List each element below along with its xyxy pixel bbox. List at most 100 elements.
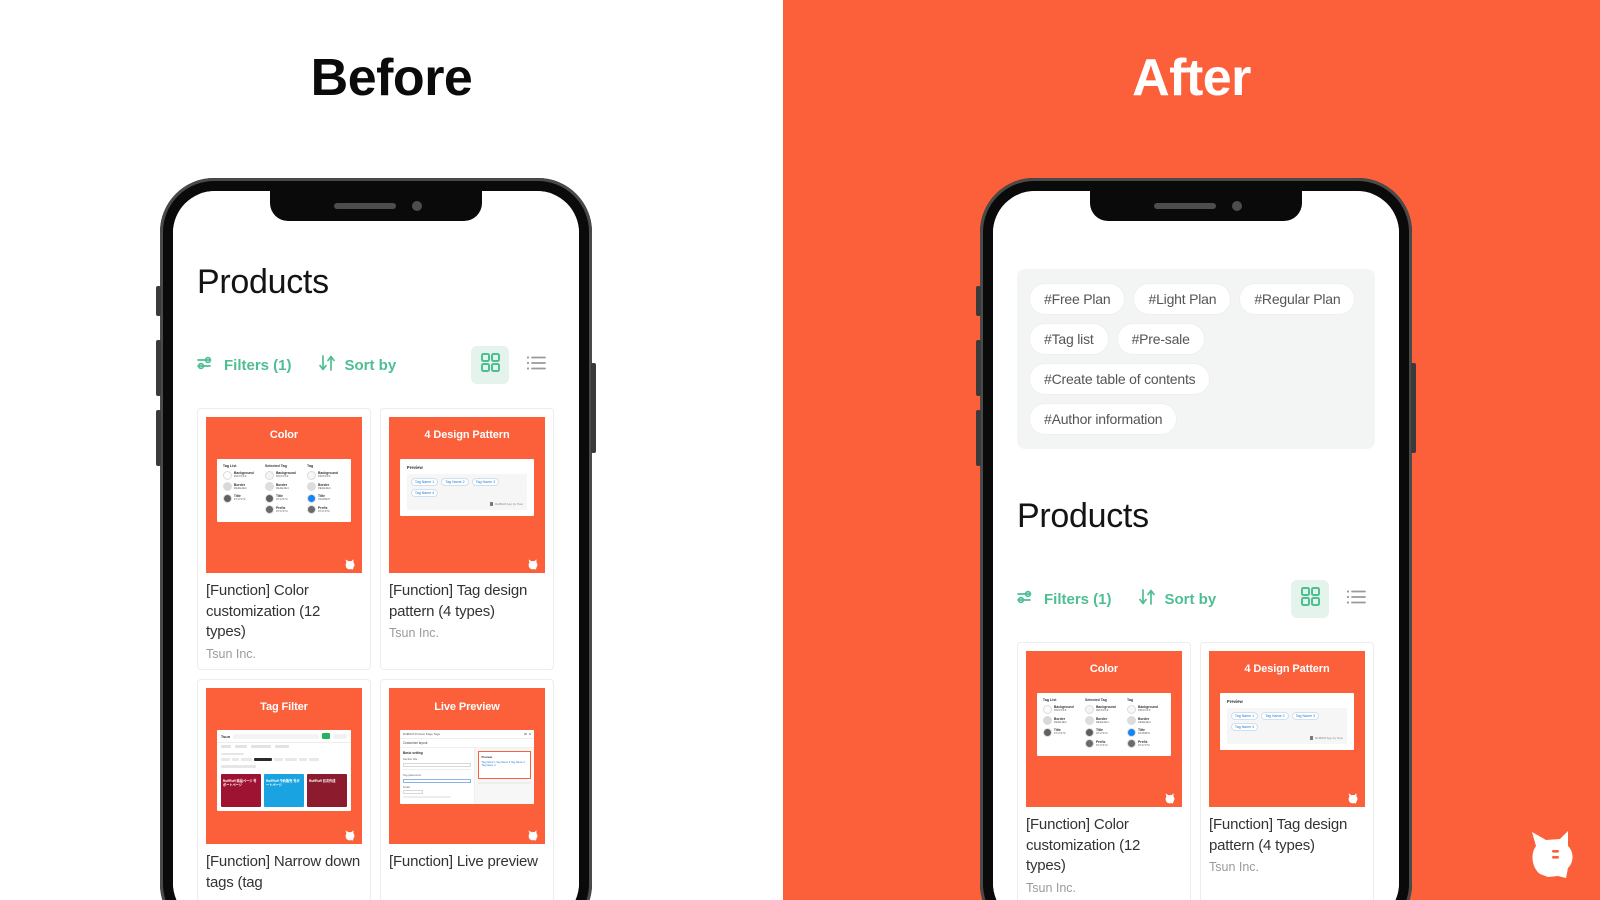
- article-card[interactable]: RuffRuff 商品ページ 号ポートページ: [220, 773, 261, 807]
- preview-tag[interactable]: Tag Name 4: [410, 489, 439, 498]
- swatch-row: Border #E4E4E4: [1042, 716, 1081, 726]
- phone-volume-up-button[interactable]: [156, 340, 161, 396]
- thumbnail-screenshot: Tag List Background #FFFFFF Border #E4E4E4 Ti…: [216, 459, 352, 522]
- grid-view-button[interactable]: [1291, 580, 1329, 618]
- swatch-column: Tag List Background #FFFFFF Border #E4E4E4 Ti…: [222, 464, 261, 517]
- tag-preview-panel: Preview Tag Name 1 Tag Name 2 Tag Name 3 Tag…: [1220, 693, 1354, 750]
- list-view-button[interactable]: [517, 346, 555, 384]
- swatch-hex: #717272: [1053, 731, 1066, 736]
- product-thumbnail: 4 Design Pattern Preview Tag Name 1 Tag Nam…: [389, 417, 545, 573]
- thumbnail-screenshot: Tag List Background #FFFFFF Border #E4E4E4 Ti…: [1036, 693, 1172, 756]
- swatch-hex: #FFFFFF: [275, 474, 289, 479]
- swatch-row: Prefix #717272: [1127, 739, 1165, 749]
- swatch-hex: #FFFFFF: [318, 474, 331, 479]
- dog-head-logo: [528, 559, 538, 570]
- swatch-column-header: Tag: [1127, 698, 1134, 703]
- tag-placement-select[interactable]: [402, 778, 472, 783]
- list-view-button[interactable]: [1337, 580, 1375, 618]
- sliders-icon: [197, 355, 217, 376]
- dog-head-logo: [345, 830, 355, 841]
- color-swatch: [264, 482, 274, 492]
- tag-chip[interactable]: #Pre-sale: [1116, 323, 1205, 355]
- phone-volume-down-button[interactable]: [976, 410, 981, 466]
- phone-volume-up-button[interactable]: [976, 340, 981, 396]
- thumbnail-screenshot: Preview Tag Name 1 Tag Name 2 Tag Name 3 Tag…: [399, 459, 535, 517]
- tag-chip[interactable]: #Create table of contents: [1029, 363, 1211, 395]
- preview-tag[interactable]: Tag Name 1: [1230, 712, 1259, 721]
- tag-chip[interactable]: #Light Plan: [1133, 283, 1232, 315]
- article-card[interactable]: RuffRuff 目次作成: [307, 773, 348, 807]
- list-view-icon: [526, 355, 546, 376]
- tag-chip[interactable]: #Regular Plan: [1239, 283, 1356, 315]
- swatch-row: Background #FFFFFF: [264, 470, 303, 480]
- product-card[interactable]: Live Preview RuffRuff Product Page Tags Cu…: [380, 679, 554, 900]
- phone-power-button[interactable]: [1411, 363, 1416, 453]
- phone-mockup-before: Products Filters (1) Sort by Color Tag L…: [156, 178, 596, 900]
- preview-tag[interactable]: Tag Name 1: [410, 478, 439, 487]
- color-swatch: [1042, 716, 1052, 726]
- sort-by-button[interactable]: Sort by: [1138, 588, 1216, 611]
- swatch-row: Title #717272: [264, 493, 303, 503]
- order-input[interactable]: [402, 790, 424, 795]
- product-title: [Function] Tag design pattern (4 types): [1209, 816, 1348, 854]
- section-title-input[interactable]: [402, 762, 472, 767]
- color-swatch: [307, 470, 317, 480]
- swatch-hex: #717272: [1095, 731, 1108, 736]
- field-label: Order: [402, 784, 411, 789]
- product-card[interactable]: 4 Design Pattern Preview Tag Name 1 Tag Nam…: [380, 408, 554, 671]
- tag-chip[interactable]: #Free Plan: [1029, 283, 1126, 315]
- tag-chip[interactable]: #Tag list: [1029, 323, 1109, 355]
- product-card[interactable]: 4 Design Pattern Preview Tag Name 1 Tag Nam…: [1200, 642, 1374, 900]
- front-camera-icon: [412, 201, 422, 211]
- swatch-hex: #1286F5: [1138, 731, 1150, 736]
- phone-power-button[interactable]: [591, 363, 596, 453]
- filters-button[interactable]: Filters (1): [197, 355, 292, 376]
- filters-button[interactable]: Filters (1): [1017, 589, 1112, 610]
- article-card[interactable]: RuffRuff 予約販売 号ポートページ: [263, 773, 305, 807]
- product-card[interactable]: Color Tag List Background #FFFFFF Border #E4E…: [197, 408, 371, 671]
- sort-by-label: Sort by: [344, 356, 397, 374]
- swatch-hex: #FFFFFF: [233, 474, 247, 479]
- preview-tag[interactable]: Tag Name 2: [441, 478, 469, 487]
- swatch-hex: #1286F5: [318, 497, 330, 502]
- swatch-column-header: Tag: [307, 464, 314, 469]
- preview-tag[interactable]: Tag Name 3: [471, 478, 500, 487]
- dog-head-logo: [1348, 793, 1358, 804]
- swatch-row: Title #1286F5: [1127, 727, 1165, 737]
- thumbnail-screenshot: Tsun RuffRuff 商品ページ 号ポートページ RuffRuff 予約販売 …: [216, 730, 352, 811]
- sliders-icon: [1017, 589, 1037, 610]
- product-title: [Function] Tag design pattern (4 types): [389, 582, 528, 620]
- product-card[interactable]: Color Tag List Background #FFFFFF Border #E4E…: [1017, 642, 1191, 900]
- phone-notch: [1090, 191, 1302, 221]
- phone-volume-down-button[interactable]: [156, 410, 161, 466]
- close-icon[interactable]: [528, 732, 532, 736]
- field-label: Section title: [402, 757, 418, 762]
- phone-mute-button[interactable]: [976, 286, 981, 316]
- color-swatch: [1127, 704, 1137, 714]
- swatch-column: Tag Background #FFFFFF Border #E4E4E4 Title #1…: [307, 464, 345, 517]
- sort-by-button[interactable]: Sort by: [318, 354, 397, 377]
- swatch-row: Background #FFFFFF: [1127, 704, 1165, 714]
- color-swatch: [307, 493, 317, 503]
- article-card-title: RuffRuff 商品ページ 号ポートページ: [222, 778, 257, 787]
- grid-view-button[interactable]: [471, 346, 509, 384]
- sort-arrows-icon: [318, 354, 338, 377]
- phone-mute-button[interactable]: [156, 286, 161, 316]
- swatch-column: Tag Background #FFFFFF Border #E4E4E4 Title #1…: [1127, 698, 1165, 751]
- swatch-hex: #717272: [275, 497, 288, 502]
- comparison-stage: Before Products Filters (1) Sort by Colo…: [0, 0, 1600, 900]
- product-thumbnail: Color Tag List Background #FFFFFF Border #E4E…: [1026, 651, 1182, 807]
- minimize-icon[interactable]: [524, 732, 527, 736]
- preview-tag[interactable]: Tag Name 3: [1291, 712, 1320, 721]
- account-pill[interactable]: [333, 733, 348, 739]
- tag-chip[interactable]: #Author information: [1029, 403, 1178, 435]
- product-card[interactable]: Tag Filter Tsun RuffRuff 商品ページ 号ポートページ Ruff…: [197, 679, 371, 900]
- front-camera-icon: [1232, 201, 1242, 211]
- preview-tag[interactable]: Tag Name 4: [1230, 723, 1259, 732]
- filters-label: Filters (1): [1044, 590, 1112, 608]
- search-input[interactable]: [233, 733, 320, 739]
- color-swatch: [1042, 704, 1052, 714]
- product-vendor: Tsun Inc.: [389, 626, 440, 641]
- preview-tag[interactable]: Tag Name 2: [1261, 712, 1289, 721]
- swatch-column: Selected Tag Background #FFFFFF Border #E4E4…: [1084, 698, 1123, 751]
